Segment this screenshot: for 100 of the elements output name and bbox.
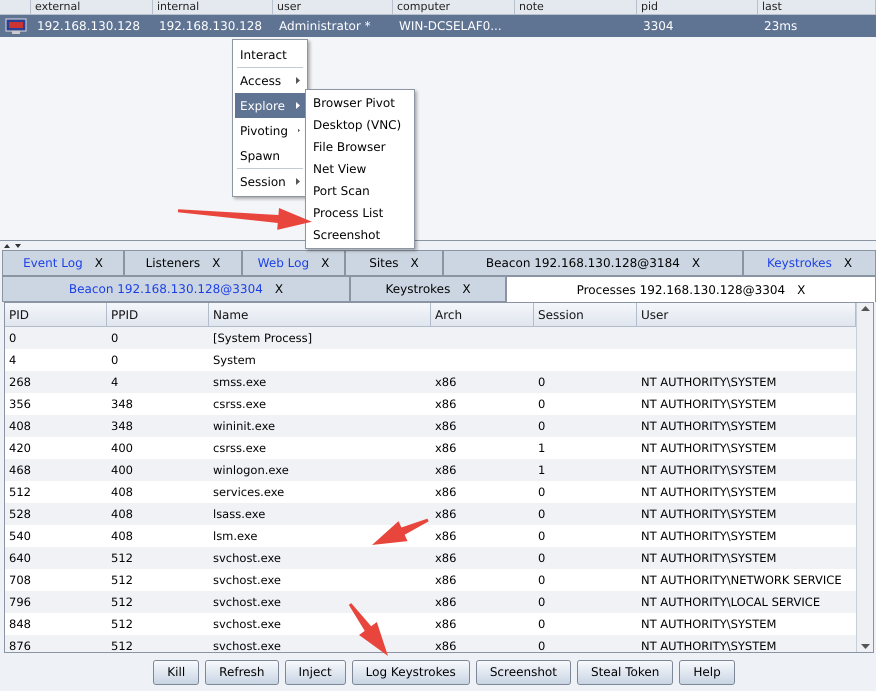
table-row[interactable]: 408 348 wininit.exe x86 0 NT AUTHORITY\SYSTEM bbox=[5, 415, 856, 437]
column-header[interactable]: user bbox=[273, 0, 393, 15]
table-cell-text: 0 bbox=[538, 506, 546, 523]
table-row[interactable]: 796 512 svchost.exe x86 0 NT AUTHORITY\LOCAL SERVICE bbox=[5, 591, 856, 613]
close-tab-button[interactable]: X bbox=[692, 256, 700, 270]
tab[interactable]: Beacon 192.168.130.128@3304 X bbox=[2, 276, 350, 302]
close-tab-button[interactable]: X bbox=[844, 256, 852, 270]
table-row[interactable]: 640 512 svchost.exe x86 0 NT AUTHORITY\SYSTEM bbox=[5, 547, 856, 569]
tab[interactable]: Keystrokes X bbox=[350, 276, 506, 302]
table-cell-text: 0 bbox=[538, 374, 546, 391]
collapse-arrows-icon[interactable] bbox=[4, 242, 22, 248]
menu-item[interactable]: Screenshot bbox=[308, 224, 412, 246]
menu-item[interactable]: Pivoting bbox=[235, 118, 305, 143]
menu-item[interactable]: Spawn bbox=[235, 143, 305, 168]
tab-label[interactable]: Listeners bbox=[146, 256, 200, 270]
tab[interactable]: Sites X bbox=[345, 250, 443, 276]
table-cell-text: 0 bbox=[538, 550, 546, 567]
column-header[interactable]: computer bbox=[393, 0, 515, 15]
tab-label[interactable]: Web Log bbox=[258, 256, 310, 270]
menu-item[interactable]: Port Scan bbox=[308, 180, 412, 202]
table-cell-text: 0 bbox=[9, 330, 16, 347]
action-button[interactable]: Help bbox=[679, 660, 735, 684]
tab-label[interactable]: Keystrokes bbox=[385, 282, 450, 296]
table-cell-text: System bbox=[213, 352, 256, 369]
tab-label[interactable]: Processes 192.168.130.128@3304 bbox=[576, 282, 786, 296]
table-cell-text: NT AUTHORITY\SYSTEM bbox=[641, 462, 776, 479]
close-tab-button[interactable]: X bbox=[462, 282, 471, 296]
tab-label[interactable]: Beacon 192.168.130.128@3304 bbox=[68, 282, 263, 296]
table-cell-text: 400 bbox=[111, 462, 133, 479]
close-tab-button[interactable]: X bbox=[410, 256, 419, 270]
action-button[interactable]: Log Keystrokes bbox=[352, 660, 470, 684]
tab[interactable]: Web Log X bbox=[242, 250, 345, 276]
close-tab-button[interactable]: X bbox=[321, 256, 330, 270]
menu-item-label[interactable]: Pivoting bbox=[240, 124, 288, 138]
tab-label[interactable]: Beacon 192.168.130.128@3184 bbox=[486, 256, 680, 270]
table-cell-text: NT AUTHORITY\NETWORK SERVICE bbox=[641, 572, 842, 589]
menu-item[interactable]: Interact bbox=[235, 42, 305, 67]
column-header[interactable]: pid bbox=[637, 0, 758, 15]
tab[interactable]: Event Log X bbox=[2, 250, 124, 276]
tab-label[interactable]: Keystrokes bbox=[766, 256, 832, 270]
close-tab-button[interactable]: X bbox=[94, 256, 103, 270]
column-header[interactable]: User bbox=[637, 303, 856, 327]
menu-item[interactable]: Process List bbox=[308, 202, 412, 224]
action-button[interactable]: Screenshot bbox=[476, 660, 571, 684]
monitor-icon bbox=[4, 18, 26, 34]
menu-item[interactable]: Access bbox=[235, 68, 305, 93]
table-row[interactable]: 0 0 [System Process] bbox=[5, 327, 856, 349]
column-header[interactable]: PPID bbox=[107, 303, 209, 327]
table-row[interactable]: 876 512 svchost.exe x86 0 NT AUTHORITY\SYSTEM bbox=[5, 635, 856, 652]
column-header[interactable]: external bbox=[31, 0, 153, 15]
table-cell-text: 420 bbox=[9, 440, 31, 457]
close-tab-button[interactable]: X bbox=[797, 282, 806, 296]
table-row[interactable]: 468 400 winlogon.exe x86 1 NT AUTHORITY\SYSTEM bbox=[5, 459, 856, 481]
menu-item[interactable]: Desktop (VNC) bbox=[308, 114, 412, 136]
menu-item-label[interactable]: Access bbox=[240, 74, 282, 88]
menu-item-label[interactable]: Spawn bbox=[240, 148, 280, 162]
table-cell-text: 512 bbox=[111, 550, 133, 567]
column-header[interactable]: Name bbox=[209, 303, 431, 327]
menu-item[interactable]: Session bbox=[235, 169, 305, 194]
table-cell-text: NT AUTHORITY\SYSTEM bbox=[641, 418, 776, 435]
tab-label[interactable]: Event Log bbox=[23, 256, 83, 270]
table-cell-text: 408 bbox=[111, 528, 133, 545]
tab-label[interactable]: Sites bbox=[369, 256, 399, 270]
column-header[interactable]: note bbox=[515, 0, 637, 15]
column-header[interactable]: Session bbox=[534, 303, 637, 327]
action-button[interactable]: Refresh bbox=[205, 660, 278, 684]
close-tab-button[interactable]: X bbox=[274, 282, 284, 296]
menu-item-label[interactable]: Explore bbox=[240, 98, 286, 112]
menu-item[interactable]: Browser Pivot bbox=[308, 92, 412, 114]
action-button[interactable]: Kill bbox=[153, 660, 200, 684]
action-button[interactable]: Steal Token bbox=[576, 660, 674, 684]
table-cell-text: 848 bbox=[9, 616, 31, 633]
tab[interactable]: Listeners X bbox=[124, 250, 242, 276]
column-header[interactable]: internal bbox=[153, 0, 273, 15]
tab[interactable]: Keystrokes X bbox=[743, 250, 876, 276]
tab[interactable]: Processes 192.168.130.128@3304 X bbox=[506, 276, 876, 302]
tab[interactable]: Beacon 192.168.130.128@3184 X bbox=[443, 250, 743, 276]
table-cell-text: NT AUTHORITY\SYSTEM bbox=[641, 484, 776, 501]
menu-item[interactable]: Explore bbox=[235, 93, 305, 118]
table-cell-text: x86 bbox=[435, 418, 456, 435]
table-row[interactable]: 268 4 smss.exe x86 0 NT AUTHORITY\SYSTEM bbox=[5, 371, 856, 393]
table-cell-text: 512 bbox=[9, 484, 31, 501]
close-tab-button[interactable]: X bbox=[212, 256, 220, 270]
menu-item-label[interactable]: Interact bbox=[240, 48, 287, 62]
menu-item-label[interactable]: Session bbox=[240, 174, 286, 188]
submenu-arrow-icon bbox=[296, 102, 300, 109]
table-cell-text: 348 bbox=[111, 396, 133, 413]
column-header[interactable]: Arch bbox=[431, 303, 534, 327]
session-row[interactable]: 192.168.130.128 192.168.130.128 Administrator * WIN-DCSELAF0... 3304 23ms bbox=[0, 15, 876, 37]
table-cell-text: csrss.exe bbox=[213, 440, 266, 457]
action-button[interactable]: Inject bbox=[284, 660, 346, 684]
column-header[interactable]: PID bbox=[5, 303, 107, 327]
menu-item[interactable]: Net View bbox=[308, 158, 412, 180]
scroll-down-icon[interactable] bbox=[860, 644, 870, 649]
scroll-up-icon[interactable] bbox=[860, 306, 870, 311]
table-row[interactable]: 528 408 lsass.exe x86 0 NT AUTHORITY\SYSTEM bbox=[5, 503, 856, 525]
menu-item[interactable]: File Browser bbox=[308, 136, 412, 158]
column-header[interactable]: last bbox=[758, 0, 876, 15]
scrollbar[interactable] bbox=[856, 303, 873, 652]
annotation-arrow bbox=[348, 602, 390, 658]
